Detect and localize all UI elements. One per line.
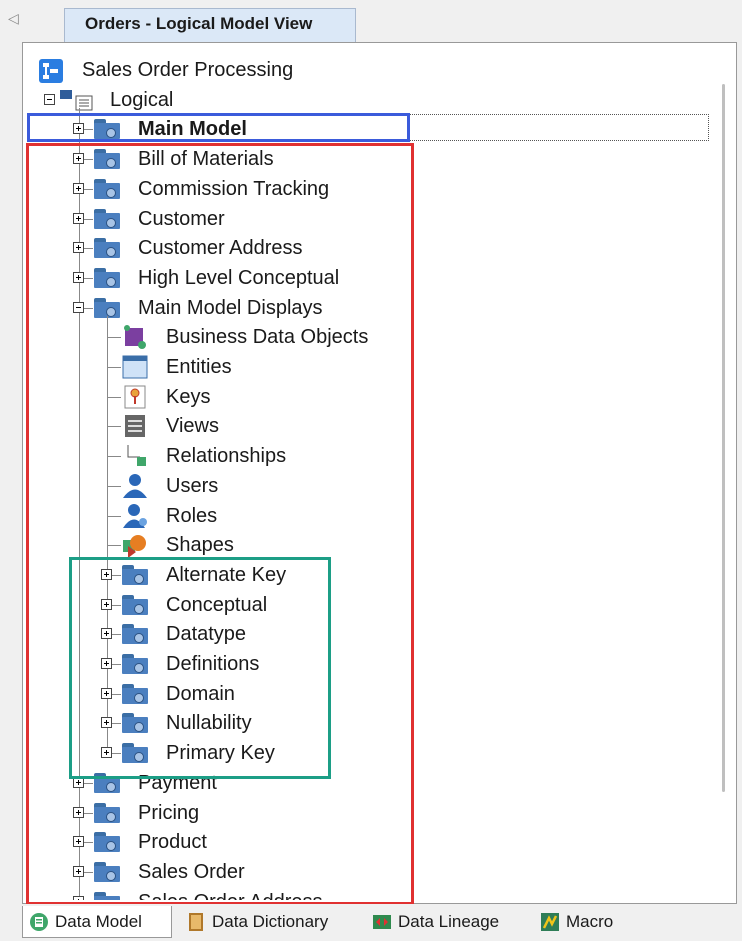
highlight-subject-areas: [26, 143, 414, 905]
tab-label: Data Dictionary: [212, 912, 329, 931]
root-node-label[interactable]: Sales Order Processing: [82, 59, 293, 82]
logical-node-label[interactable]: Logical: [110, 89, 173, 112]
highlight-display-folders: [69, 557, 331, 779]
collapse-logical-icon[interactable]: [44, 93, 55, 105]
tab-label: Data Model: [55, 912, 142, 931]
tab-data-lineage[interactable]: Data Lineage: [366, 906, 531, 938]
data-lineage-icon: [373, 915, 391, 929]
tab-data-dictionary[interactable]: Data Dictionary: [180, 906, 360, 938]
tab-data-model[interactable]: Data Model: [22, 906, 172, 938]
model-root-icon: [38, 58, 64, 89]
tab-label: Macro: [566, 912, 614, 931]
macro-icon: [541, 913, 559, 931]
bottom-tab-strip: Data Model Data Dictionary Data Lineage …: [0, 904, 742, 941]
data-dictionary-icon: [189, 913, 203, 931]
tab-label: Data Lineage: [398, 912, 500, 931]
tab-macro[interactable]: Macro: [534, 906, 634, 938]
highlight-main-model: [27, 113, 410, 142]
data-model-icon: [30, 913, 48, 931]
